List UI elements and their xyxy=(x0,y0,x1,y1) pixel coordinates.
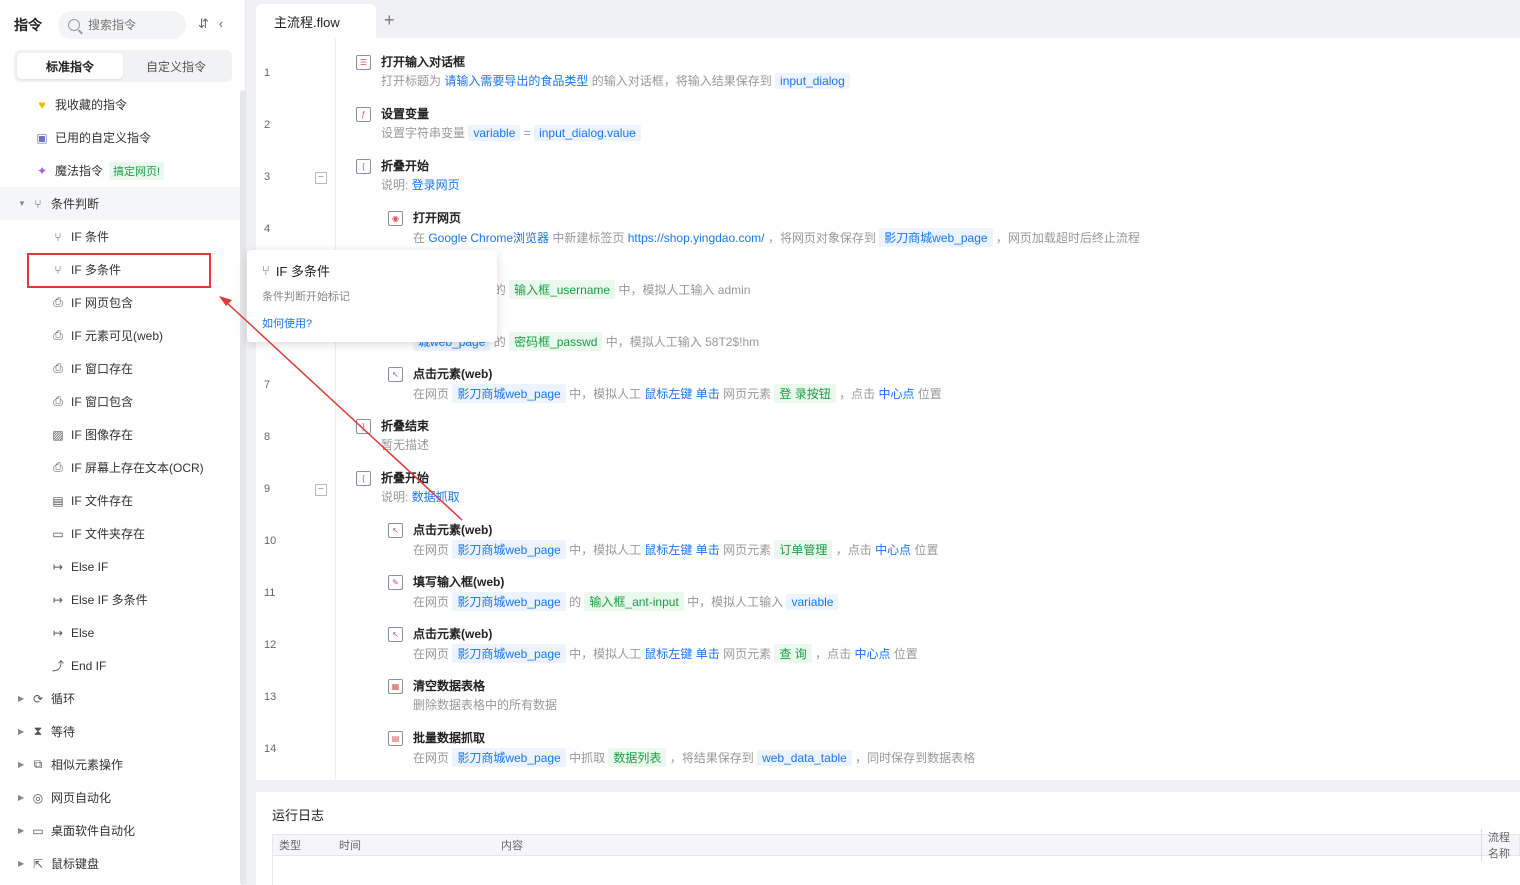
annotation-arrow xyxy=(219,296,463,521)
